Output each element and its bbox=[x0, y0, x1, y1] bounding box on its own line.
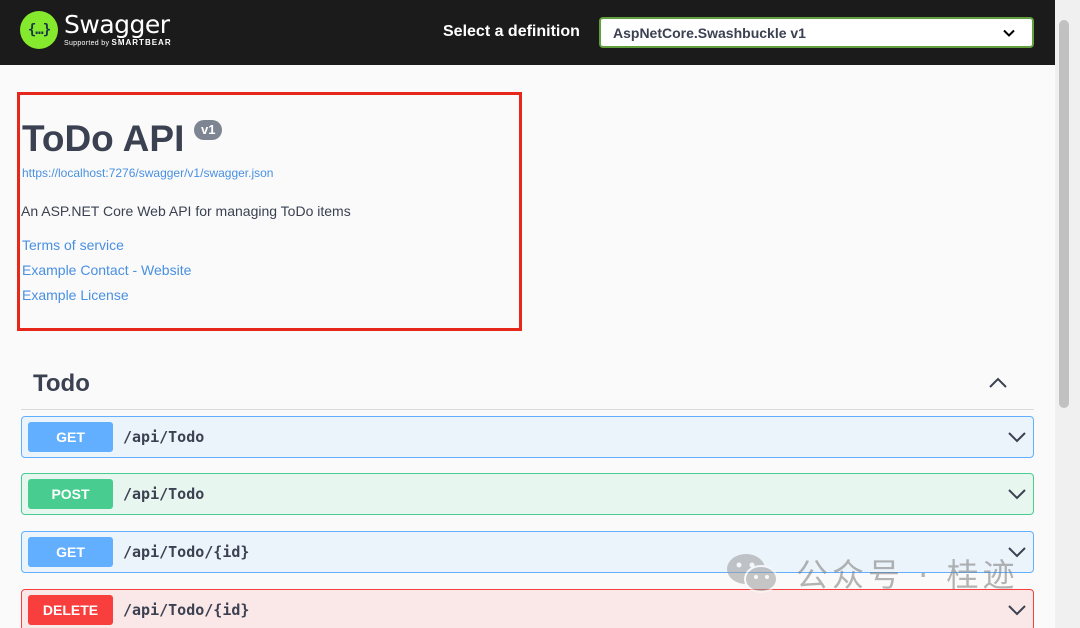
api-description: An ASP.NET Core Web API for managing ToD… bbox=[21, 203, 351, 219]
chevron-down-icon[interactable] bbox=[1007, 430, 1027, 444]
chevron-down-icon[interactable] bbox=[1007, 603, 1027, 617]
definition-selected-value: AspNetCore.Swashbuckle v1 bbox=[613, 24, 806, 41]
top-bar: {…} Swagger Supported by SMARTBEAR Selec… bbox=[0, 0, 1080, 65]
operation-get-todo[interactable]: GET /api/Todo bbox=[21, 416, 1034, 458]
operation-path: /api/Todo/{id} bbox=[123, 543, 250, 561]
tag-header-todo[interactable]: Todo bbox=[21, 361, 1034, 410]
swagger-logo[interactable]: {…} Swagger Supported by SMARTBEAR bbox=[20, 11, 172, 49]
operation-path: /api/Todo bbox=[123, 428, 205, 446]
method-badge: GET bbox=[28, 537, 113, 567]
brand-sub-company: SMARTBEAR bbox=[111, 37, 172, 47]
api-title: ToDo API bbox=[22, 118, 185, 159]
method-badge: POST bbox=[28, 479, 113, 509]
swagger-logo-icon: {…} bbox=[20, 11, 58, 49]
method-badge: GET bbox=[28, 422, 113, 452]
scrollbar-thumb[interactable] bbox=[1059, 20, 1069, 408]
chevron-up-icon[interactable] bbox=[988, 375, 1008, 389]
tag-name: Todo bbox=[33, 370, 90, 397]
chevron-down-icon bbox=[1003, 29, 1015, 37]
brand-name: Swagger bbox=[64, 9, 170, 39]
operation-path: /api/Todo/{id} bbox=[123, 601, 250, 619]
terms-of-service-link[interactable]: Terms of service bbox=[22, 237, 124, 253]
brand-sub-prefix: Supported by bbox=[64, 39, 110, 47]
watermark: 公众号 · 桂迹 bbox=[726, 550, 1019, 596]
contact-link[interactable]: Example Contact - Website bbox=[22, 262, 191, 278]
version-badge: v1 bbox=[194, 120, 223, 140]
watermark-text: 公众号 · 桂迹 bbox=[796, 556, 1019, 594]
operation-post-todo[interactable]: POST /api/Todo bbox=[21, 473, 1034, 515]
wechat-icon bbox=[727, 554, 778, 593]
operation-path: /api/Todo bbox=[123, 485, 205, 503]
chevron-down-icon[interactable] bbox=[1007, 487, 1027, 501]
spec-url-link[interactable]: https://localhost:7276/swagger/v1/swagge… bbox=[22, 166, 273, 180]
definition-label: Select a definition bbox=[443, 23, 580, 40]
method-badge: DELETE bbox=[28, 595, 113, 625]
license-link[interactable]: Example License bbox=[22, 287, 129, 303]
definition-select[interactable]: AspNetCore.Swashbuckle v1 bbox=[599, 17, 1034, 48]
